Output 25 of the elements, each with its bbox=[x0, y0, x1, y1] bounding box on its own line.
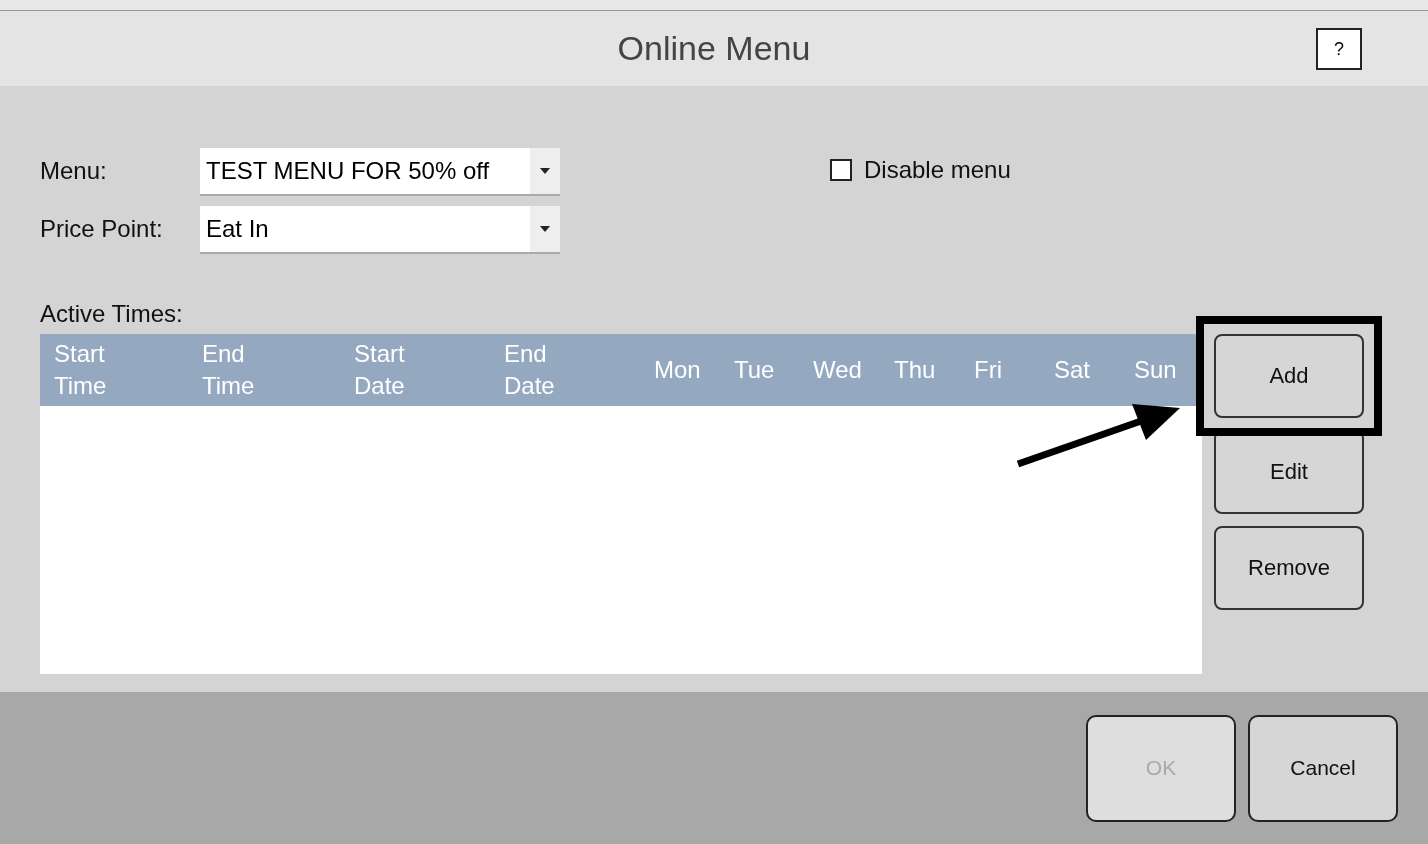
section-label: Active Times: bbox=[40, 300, 184, 329]
column-header: Fri bbox=[974, 355, 1002, 385]
column-header: Wed bbox=[813, 355, 862, 385]
column-header: Tue bbox=[734, 355, 775, 385]
column-header: End Date bbox=[504, 339, 555, 401]
column-header: End Time bbox=[202, 339, 255, 401]
column-header: Mon bbox=[654, 355, 701, 385]
dialog-button[interactable]: Cancel bbox=[1248, 714, 1398, 822]
column-header: Sun bbox=[1134, 355, 1177, 385]
column-header: Sat bbox=[1054, 355, 1091, 385]
field-label: Price Point: bbox=[40, 215, 164, 243]
action-button[interactable]: Remove bbox=[1214, 526, 1364, 610]
checkbox-label: Disable menu bbox=[864, 156, 1011, 184]
action-button[interactable]: Add bbox=[1214, 334, 1364, 418]
column-header: Thu bbox=[894, 355, 936, 385]
caret-icon bbox=[540, 226, 550, 232]
dropdown-field[interactable]: Eat In bbox=[200, 206, 560, 252]
window-title: Online Menu bbox=[617, 29, 811, 68]
caret-icon bbox=[540, 168, 550, 174]
field-label: Menu: bbox=[40, 157, 108, 185]
column-header: Start Time bbox=[54, 339, 107, 401]
dropdown-field[interactable]: TEST MENU FOR 50% off bbox=[200, 148, 560, 194]
help-button[interactable]: ? bbox=[1316, 28, 1362, 70]
column-header: Start Date bbox=[354, 339, 405, 401]
checkbox[interactable] bbox=[830, 159, 852, 181]
